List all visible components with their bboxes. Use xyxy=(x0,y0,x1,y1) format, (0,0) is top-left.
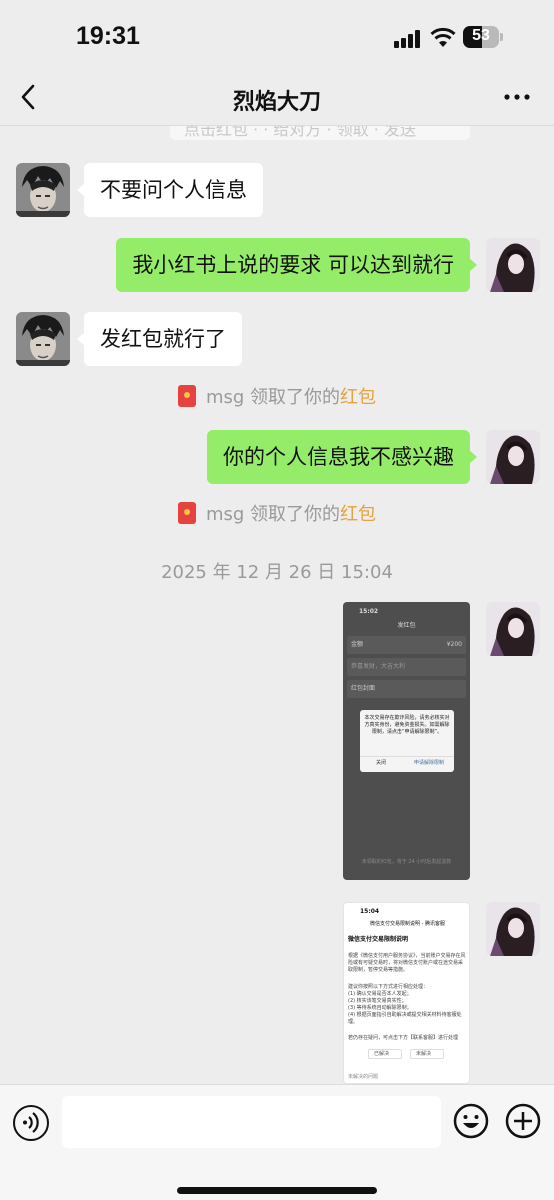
cellular-signal-icon xyxy=(394,30,422,48)
chat-header: 烈焰大刀 xyxy=(0,70,554,126)
red-packet-link[interactable]: 红包 xyxy=(340,387,376,408)
message-timestamp: 2025 年 12 月 26 日 15:04 xyxy=(161,562,393,583)
status-bar: 19:31 53 xyxy=(0,0,554,70)
my-avatar[interactable] xyxy=(486,238,540,292)
contact-avatar[interactable] xyxy=(16,163,70,217)
outgoing-message[interactable]: 我小红书上说的要求 可以达到就行 xyxy=(116,238,477,292)
my-avatar[interactable] xyxy=(486,902,540,956)
clipped-message: 点击红包 · · 给对方 · 领取 · 发送 xyxy=(170,126,470,140)
red-packet-icon xyxy=(177,502,196,524)
plus-icon xyxy=(505,1103,541,1139)
contact-avatar[interactable] xyxy=(16,312,70,366)
input-bar xyxy=(0,1084,554,1200)
red-packet-link[interactable]: 红包 xyxy=(340,504,376,525)
chat-title: 烈焰大刀 xyxy=(232,90,321,115)
my-avatar[interactable] xyxy=(486,602,540,656)
wifi-icon xyxy=(430,26,456,48)
emoji-icon xyxy=(453,1103,489,1139)
voice-input-button[interactable] xyxy=(13,1105,49,1141)
more-button[interactable] xyxy=(502,82,532,112)
battery-level: 53 xyxy=(472,27,490,44)
more-icon xyxy=(504,94,530,100)
message-list[interactable]: 点击红包 · · 给对方 · 领取 · 发送 不要问个人信息 我小红书上说的要求… xyxy=(0,126,554,1084)
incoming-message[interactable]: 发红包就行了 xyxy=(77,312,242,366)
emoji-button[interactable] xyxy=(453,1103,489,1139)
status-time: 19:31 xyxy=(76,22,140,50)
red-packet-icon xyxy=(177,385,196,407)
image-message[interactable]: 15:04 微信支付交易限制说明 - 腾讯客服 微信支付交易限制说明 根据《微信… xyxy=(343,902,470,1084)
more-functions-button[interactable] xyxy=(505,1103,541,1139)
my-avatar[interactable] xyxy=(486,430,540,484)
incoming-message[interactable]: 不要问个人信息 xyxy=(77,163,263,217)
image-message[interactable]: 15:02 发红包 金额 ¥200 恭喜发财，大吉大利 红包封面 本次交易存在欺… xyxy=(343,602,470,880)
red-packet-notice: msg 领取了你的红包 xyxy=(0,500,554,526)
battery-icon: 53 xyxy=(463,26,503,48)
voice-icon xyxy=(23,1112,39,1133)
red-packet-notice: msg 领取了你的红包 xyxy=(0,383,554,409)
home-indicator[interactable] xyxy=(177,1187,377,1194)
message-input[interactable] xyxy=(62,1096,441,1148)
outgoing-message[interactable]: 你的个人信息我不感兴趣 xyxy=(207,430,477,484)
